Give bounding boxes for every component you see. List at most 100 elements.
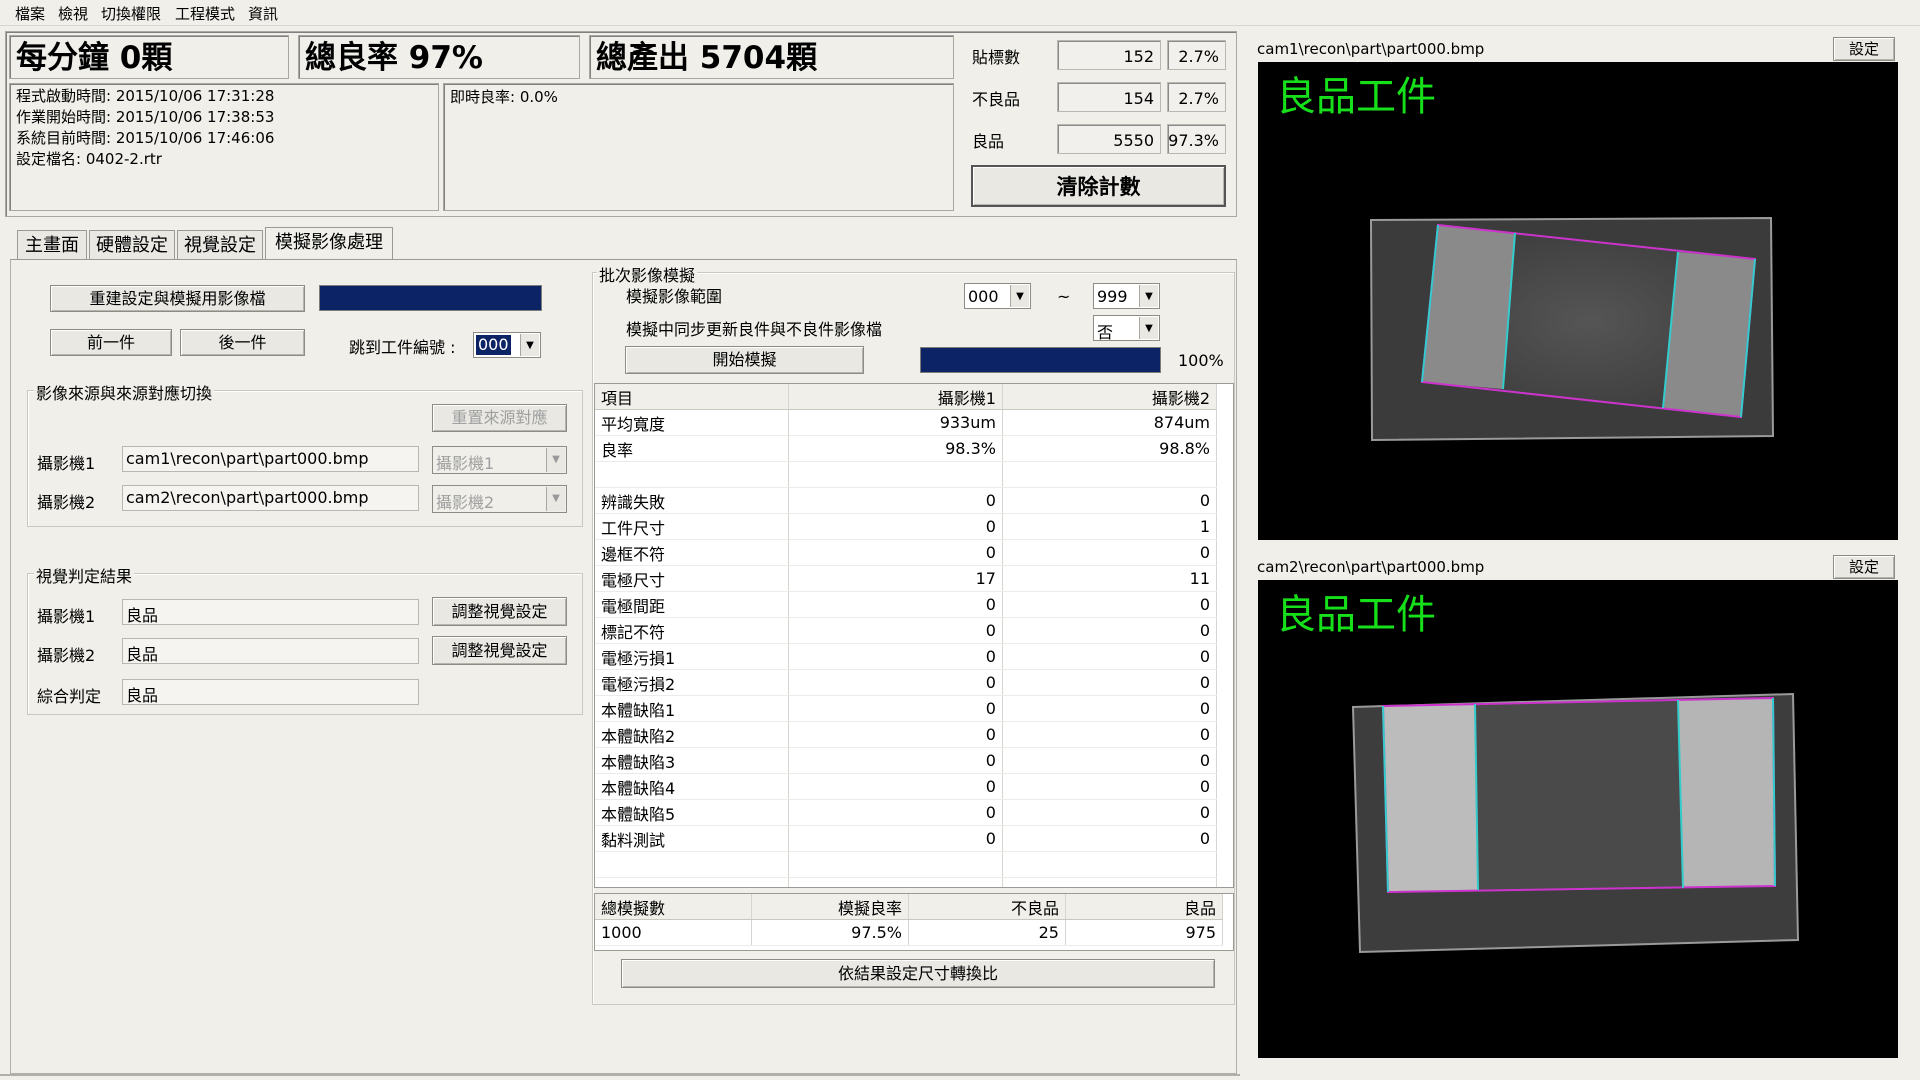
cam2-part-image — [1351, 692, 1800, 954]
jump-to-part-value: 000 — [476, 335, 511, 355]
menu-engineering-mode[interactable]: 工程模式 — [175, 3, 235, 24]
table-row: 本體缺陷3 0 0 — [595, 747, 1218, 774]
counter-label-count: 152 — [1057, 40, 1161, 70]
rebuild-images-button[interactable]: 重建設定與模擬用影像檔 — [50, 285, 305, 312]
rebuild-progress-bar — [319, 285, 542, 311]
table-row: 電極尺寸 17 11 — [595, 565, 1218, 592]
row-cam1-value: 0 — [788, 643, 1003, 670]
simulation-progress-fill — [921, 348, 1160, 372]
table-row: 本體缺陷5 0 0 — [595, 799, 1218, 826]
counter-good-count: 5550 — [1057, 124, 1161, 154]
cam2-settings-button[interactable]: 設定 — [1833, 555, 1895, 579]
summary-defect-value: 25 — [908, 919, 1066, 946]
program-start-time: 程式啟動時間: 2015/10/06 17:31:28 — [16, 87, 275, 105]
row-cam1-value: 0 — [788, 825, 1003, 852]
row-item-name: 本體缺陷3 — [595, 747, 789, 774]
row-cam2-value: 0 — [1002, 487, 1218, 514]
summary-yield-value: 97.5% — [751, 919, 909, 946]
source-cam1-label: 攝影機1 — [37, 454, 96, 473]
menu-bar: 檔案 檢視 切換權限 工程模式 資訊 — [0, 0, 1920, 26]
row-item-name: 黏料測試 — [595, 825, 789, 852]
summary-header-row: 總模擬數 模擬良率 不良品 良品 — [595, 894, 1224, 920]
instant-yield: 即時良率: 0.0% — [450, 88, 558, 106]
source-cam1-select[interactable]: 攝影機1 ▼ — [432, 446, 567, 474]
source-cam2-select[interactable]: 攝影機2 ▼ — [432, 485, 567, 513]
sync-update-label: 模擬中同步更新良件與不良件影像檔 — [626, 320, 883, 339]
row-item-name: 電極尺寸 — [595, 565, 789, 592]
sim-range-from-select[interactable]: 000 ▼ — [964, 283, 1031, 309]
summary-total-value: 1000 — [595, 919, 752, 946]
table-row: 平均寬度 933um 874um — [595, 409, 1218, 436]
summary-value-row: 1000 97.5% 25 975 — [595, 919, 1224, 946]
source-cam1-select-value: 攝影機1 — [436, 454, 495, 473]
row-item-name: 本體缺陷5 — [595, 799, 789, 826]
convert-ratio-button[interactable]: 依結果設定尺寸轉換比 — [621, 959, 1215, 988]
row-item-name: 平均寬度 — [595, 409, 789, 436]
menu-info[interactable]: 資訊 — [248, 3, 278, 24]
row-item-name: 電極間距 — [595, 591, 789, 618]
vision-result-group-title: 視覺判定結果 — [34, 563, 135, 587]
menu-file[interactable]: 檔案 — [15, 3, 45, 24]
row-item-name: 電極污損1 — [595, 643, 789, 670]
empty-cell — [788, 851, 1003, 878]
tab-vision-settings[interactable]: 視覺設定 — [177, 230, 263, 260]
row-cam2-value: 874um — [1002, 409, 1218, 436]
sync-update-select[interactable]: 否 ▼ — [1093, 315, 1160, 342]
system-current-time: 系統目前時間: 2015/10/06 17:46:06 — [16, 129, 275, 147]
row-item-name: 本體缺陷1 — [595, 695, 789, 722]
adjust-vision-cam2-button[interactable]: 調整視覺設定 — [432, 636, 567, 665]
table-row: 電極間距 0 0 — [595, 591, 1218, 618]
results-table-header: 項目 攝影機1 攝影機2 — [595, 384, 1218, 410]
source-cam2-label: 攝影機2 — [37, 493, 96, 512]
clear-count-button[interactable]: 清除計數 — [971, 165, 1226, 207]
prev-part-button[interactable]: 前一件 — [50, 329, 172, 356]
sim-range-to-value: 999 — [1097, 287, 1128, 306]
empty-cell — [1002, 851, 1218, 878]
source-cam2-select-value: 攝影機2 — [436, 493, 495, 512]
row-cam1-value: 0 — [788, 617, 1003, 644]
table-row: 電極污損2 0 0 — [595, 669, 1218, 696]
row-cam2-value: 0 — [1002, 591, 1218, 618]
header-item: 項目 — [595, 384, 789, 410]
simulation-progress-bar — [920, 347, 1161, 373]
menu-switch-permission[interactable]: 切換權限 — [101, 3, 161, 24]
row-cam2-value: 0 — [1002, 539, 1218, 566]
row-cam2-value: 0 — [1002, 773, 1218, 800]
tab-hardware-settings[interactable]: 硬體設定 — [89, 230, 175, 260]
adjust-vision-cam1-button[interactable]: 調整視覺設定 — [432, 597, 567, 626]
chevron-down-icon: ▼ — [1139, 285, 1158, 307]
empty-cell — [595, 851, 789, 878]
jump-to-part-select[interactable]: 000 ▼ — [473, 332, 541, 358]
summary-header-good: 良品 — [1065, 894, 1224, 920]
table-row: 良率 98.3% 98.8% — [595, 435, 1218, 462]
row-cam2-value: 0 — [1002, 825, 1218, 852]
row-cam1-value: 0 — [788, 539, 1003, 566]
simulation-progress-text: 100% — [1178, 351, 1224, 370]
row-cam1-value: 0 — [788, 773, 1003, 800]
header-cam1: 攝影機1 — [788, 384, 1003, 410]
next-part-button[interactable]: 後一件 — [180, 329, 305, 356]
row-cam1-value — [788, 461, 1003, 488]
tab-simulation[interactable]: 模擬影像處理 — [265, 227, 393, 259]
counter-good-pct: 97.3% — [1167, 124, 1226, 154]
result-cam1-label: 攝影機1 — [37, 607, 96, 626]
row-cam1-value: 933um — [788, 409, 1003, 436]
table-row: 黏料測試 0 0 — [595, 825, 1218, 852]
menu-view[interactable]: 檢視 — [58, 3, 88, 24]
row-cam2-value: 0 — [1002, 669, 1218, 696]
row-cam1-value: 0 — [788, 721, 1003, 748]
status-bar-divider — [0, 1074, 1240, 1076]
table-row: 本體缺陷4 0 0 — [595, 773, 1218, 800]
row-cam1-value: 0 — [788, 487, 1003, 514]
reset-source-mapping-button[interactable]: 重置來源對應 — [432, 404, 567, 432]
row-cam1-value: 0 — [788, 591, 1003, 618]
counter-defect-pct: 2.7% — [1167, 82, 1226, 112]
table-row: 本體缺陷1 0 0 — [595, 695, 1218, 722]
tab-main[interactable]: 主畫面 — [17, 230, 87, 260]
cam1-settings-button[interactable]: 設定 — [1833, 37, 1895, 61]
empty-cell — [1002, 877, 1218, 887]
summary-header-total: 總模擬數 — [595, 894, 752, 920]
sim-range-to-select[interactable]: 999 ▼ — [1093, 283, 1160, 309]
row-item-name: 工件尺寸 — [595, 513, 789, 540]
start-simulation-button[interactable]: 開始模擬 — [625, 346, 864, 374]
